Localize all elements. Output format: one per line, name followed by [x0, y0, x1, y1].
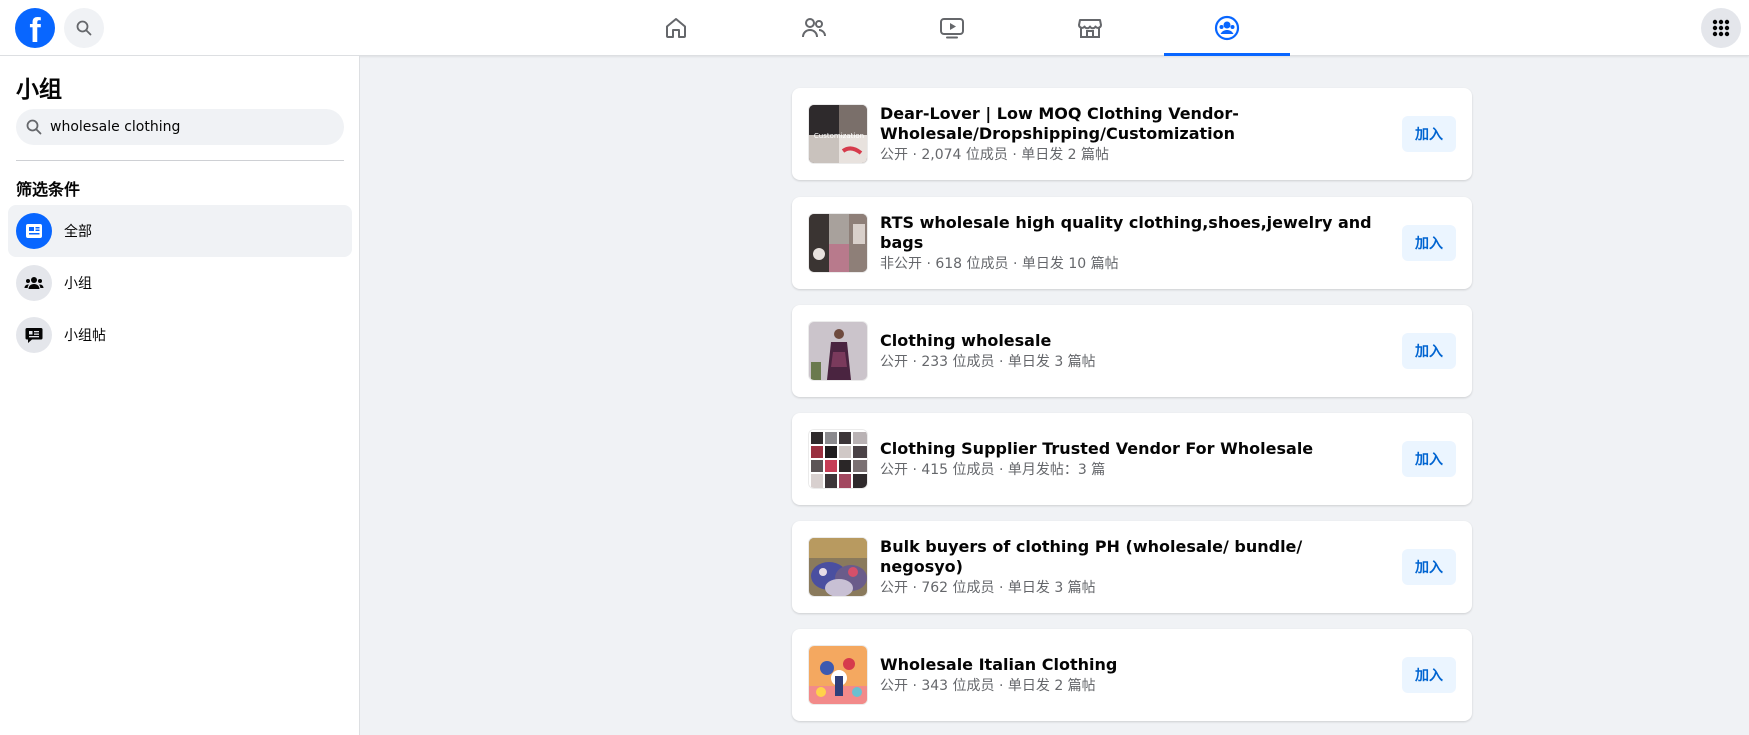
home-icon: [666, 18, 686, 38]
group-result-card[interactable]: Wholesale Italian Clothing 公开 · 343 位成员 …: [792, 629, 1472, 721]
group-result-card[interactable]: Clothing wholesale 公开 · 233 位成员 · 单日发 3 …: [792, 305, 1472, 397]
group-cover-thumbnail[interactable]: [808, 213, 868, 273]
search-icon: [76, 20, 92, 36]
join-button[interactable]: 加入: [1402, 441, 1456, 477]
filter-group-posts[interactable]: 小组帖: [8, 309, 352, 361]
thumbnail-caption: Customization: [814, 132, 864, 140]
sidebar: 小组 筛选条件 全部 小组 小组帖: [0, 56, 360, 735]
join-button[interactable]: 加入: [1402, 116, 1456, 152]
group-meta: 公开 · 343 位成员 · 单日发 2 篇帖: [880, 677, 1096, 694]
group-meta: 非公开 · 618 位成员 · 单日发 10 篇帖: [880, 255, 1119, 272]
group-meta: 公开 · 762 位成员 · 单日发 3 篇帖: [880, 579, 1096, 596]
filter-groups[interactable]: 小组: [8, 257, 352, 309]
top-bar: f: [0, 0, 1749, 56]
group-title[interactable]: Clothing Supplier Trusted Vendor For Who…: [880, 439, 1380, 459]
group-title[interactable]: RTS wholesale high quality clothing,shoe…: [880, 213, 1380, 253]
sidebar-title: 小组: [16, 77, 62, 103]
search-input[interactable]: [50, 119, 330, 135]
group-cover-thumbnail[interactable]: [808, 321, 868, 381]
group-meta: 公开 · 2,074 位成员 · 单日发 2 篇帖: [880, 146, 1110, 163]
nav-tab-friends[interactable]: [751, 0, 877, 56]
card-text: RTS wholesale high quality clothing,shoe…: [880, 197, 1380, 289]
groups-icon: [16, 265, 52, 301]
card-text: Wholesale Italian Clothing 公开 · 343 位成员 …: [880, 629, 1380, 721]
grid-menu-icon: [1712, 19, 1730, 37]
facebook-logo[interactable]: f: [15, 8, 55, 48]
card-text: Clothing wholesale 公开 · 233 位成员 · 单日发 3 …: [880, 305, 1380, 397]
nav-tab-video[interactable]: [889, 0, 1015, 56]
filter-label: 小组帖: [64, 328, 106, 344]
group-result-card[interactable]: RTS wholesale high quality clothing,shoe…: [792, 197, 1472, 289]
groups-icon: [1214, 15, 1240, 41]
join-button[interactable]: 加入: [1402, 657, 1456, 693]
join-button[interactable]: 加入: [1402, 549, 1456, 585]
sidebar-search-box[interactable]: [16, 109, 344, 145]
divider: [16, 160, 344, 161]
group-title[interactable]: Wholesale Italian Clothing: [880, 655, 1380, 675]
group-title[interactable]: Clothing wholesale: [880, 331, 1380, 351]
search-button[interactable]: [64, 8, 104, 48]
group-cover-thumbnail[interactable]: [808, 537, 868, 597]
card-text: Clothing Supplier Trusted Vendor For Who…: [880, 413, 1380, 505]
nav-tab-home[interactable]: [613, 0, 739, 56]
group-title[interactable]: Bulk buyers of clothing PH (wholesale/ b…: [880, 537, 1380, 577]
group-cover-thumbnail[interactable]: Customization: [808, 104, 868, 164]
group-result-card[interactable]: Clothing Supplier Trusted Vendor For Who…: [792, 413, 1472, 505]
video-icon: [940, 18, 964, 39]
filter-all[interactable]: 全部: [8, 205, 352, 257]
posts-icon: [16, 317, 52, 353]
group-title[interactable]: Dear-Lover | Low MOQ Clothing Vendor-Who…: [880, 104, 1380, 144]
group-meta: 公开 · 233 位成员 · 单日发 3 篇帖: [880, 353, 1096, 370]
card-text: Dear-Lover | Low MOQ Clothing Vendor-Who…: [880, 88, 1380, 180]
join-button[interactable]: 加入: [1402, 225, 1456, 261]
filter-label: 全部: [64, 224, 92, 240]
nav-tab-marketplace[interactable]: [1027, 0, 1153, 56]
nav-tab-groups[interactable]: [1164, 0, 1290, 56]
group-result-card[interactable]: Customization Dear-Lover | Low MOQ Cloth…: [792, 88, 1472, 180]
group-meta: 公开 · 415 位成员 · 单月发帖：3 篇: [880, 461, 1106, 478]
facebook-logo-letter: f: [29, 12, 41, 48]
marketplace-icon: [1078, 19, 1102, 38]
menu-button[interactable]: [1701, 8, 1741, 48]
group-cover-thumbnail[interactable]: [808, 645, 868, 705]
group-result-card[interactable]: Bulk buyers of clothing PH (wholesale/ b…: [792, 521, 1472, 613]
group-cover-thumbnail[interactable]: [808, 429, 868, 489]
join-button[interactable]: 加入: [1402, 333, 1456, 369]
filters-heading: 筛选条件: [16, 180, 81, 199]
filter-label: 小组: [64, 276, 92, 292]
card-text: Bulk buyers of clothing PH (wholesale/ b…: [880, 521, 1380, 613]
search-icon: [26, 119, 42, 135]
friends-icon: [802, 18, 826, 38]
feed-icon: [16, 213, 52, 249]
